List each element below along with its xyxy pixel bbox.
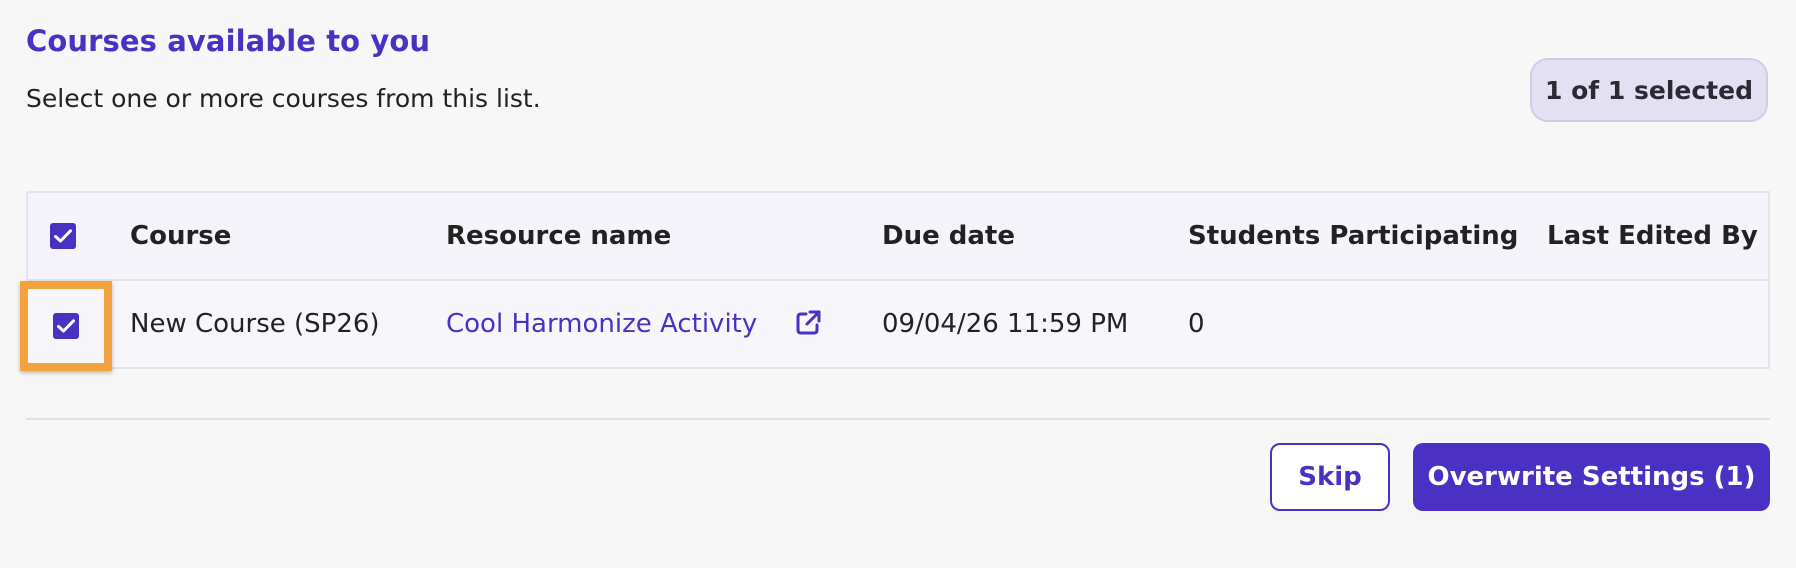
page-title: Courses available to you bbox=[26, 24, 431, 58]
course-selection-panel: Courses available to you Select one or m… bbox=[0, 0, 1796, 568]
skip-button[interactable]: Skip bbox=[1270, 443, 1390, 511]
courses-table: Course Resource name Due date Students P… bbox=[20, 191, 1770, 371]
section-divider bbox=[26, 418, 1770, 420]
select-all-checkbox[interactable] bbox=[50, 223, 76, 249]
checkbox-checked-icon bbox=[57, 319, 75, 333]
column-header-resource-name[interactable]: Resource name bbox=[446, 193, 671, 279]
resource-name-cell: Cool Harmonize Activity bbox=[446, 281, 757, 367]
table-header-row: Course Resource name Due date Students P… bbox=[28, 193, 1768, 281]
students-participating-cell: 0 bbox=[1188, 309, 1205, 339]
column-header-due-date[interactable]: Due date bbox=[882, 193, 1015, 279]
course-name-cell: New Course (SP26) bbox=[130, 309, 380, 339]
select-all-cell bbox=[50, 193, 76, 279]
row-select-checkbox[interactable] bbox=[53, 313, 79, 339]
resource-link[interactable]: Cool Harmonize Activity bbox=[446, 309, 757, 339]
column-header-last-edited-by[interactable]: Last Edited By bbox=[1547, 193, 1758, 279]
column-header-students-participating[interactable]: Students Participating bbox=[1188, 193, 1518, 279]
checkmark-icon bbox=[54, 229, 72, 243]
due-date-cell: 09/04/26 11:59 PM bbox=[882, 309, 1129, 339]
external-link-icon[interactable] bbox=[793, 308, 823, 338]
table-row: New Course (SP26) Cool Harmonize Activit… bbox=[20, 281, 1768, 371]
overwrite-settings-button[interactable]: Overwrite Settings (1) bbox=[1413, 443, 1770, 511]
selected-count-badge: 1 of 1 selected bbox=[1530, 58, 1768, 122]
row-checkbox-focus-highlight bbox=[20, 281, 112, 371]
page-subtitle: Select one or more courses from this lis… bbox=[26, 84, 541, 113]
column-header-course[interactable]: Course bbox=[130, 193, 231, 279]
